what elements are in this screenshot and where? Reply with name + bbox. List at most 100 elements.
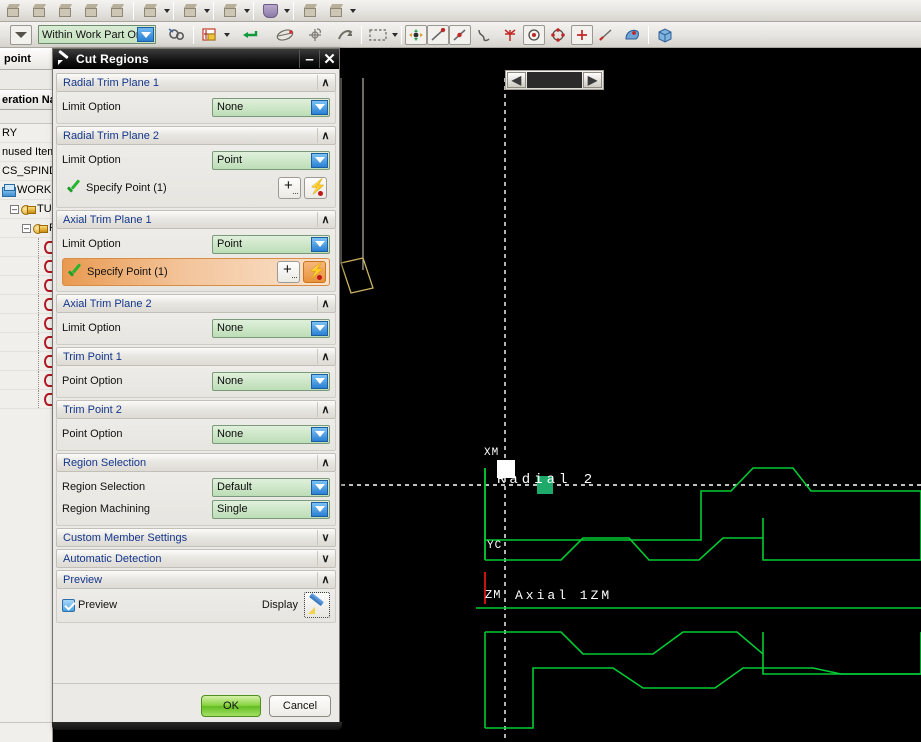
chevron-up-icon[interactable]: ∧ xyxy=(317,75,333,90)
expander-icon[interactable]: – xyxy=(10,204,19,214)
existing-point-icon[interactable] xyxy=(571,24,593,45)
tree-item-unused[interactable]: nused Items xyxy=(0,143,52,162)
cancel-button[interactable]: Cancel xyxy=(269,694,331,717)
group-header-automatic-detection[interactable]: Automatic Detection ∨ xyxy=(56,549,336,568)
selection-filter-icon[interactable] xyxy=(197,25,223,45)
limit-option-combo[interactable]: Point xyxy=(212,234,330,254)
chevron-down-icon[interactable] xyxy=(284,8,290,13)
group-header-region-selection[interactable]: Region Selection ∧ xyxy=(56,453,336,472)
chevron-down-icon[interactable]: ∨ xyxy=(317,530,333,545)
point-dialog-icon[interactable] xyxy=(303,261,326,283)
list-item[interactable] xyxy=(0,257,52,276)
list-item[interactable] xyxy=(0,238,52,257)
inferred-point-icon[interactable] xyxy=(405,24,427,45)
list-item[interactable] xyxy=(0,276,52,295)
shaded-cube-icon[interactable] xyxy=(652,25,678,45)
operation-navigator-panel[interactable]: point eration Na RY nused Items CS_SPIND… xyxy=(0,48,53,742)
end-point-icon[interactable] xyxy=(427,24,449,45)
specify-point-row[interactable]: Specify Point (1) xyxy=(62,174,330,202)
chevron-down-icon[interactable] xyxy=(311,426,328,442)
expander-icon[interactable]: – xyxy=(22,223,31,233)
chevron-down-icon[interactable] xyxy=(224,32,230,37)
rectangle-select-icon[interactable] xyxy=(365,25,391,45)
chevron-down-icon[interactable]: ∨ xyxy=(317,551,333,566)
scroll-right-icon[interactable]: ▶ xyxy=(583,72,602,88)
chevron-up-icon[interactable]: ∧ xyxy=(317,349,333,364)
cut-regions-dialog[interactable]: Cut Regions – ✕ Radial Trim Plane 1 ∧ Li… xyxy=(52,48,340,728)
tree-item-mcs-spindle[interactable]: CS_SPINDL xyxy=(0,162,52,181)
quadrant-point-icon[interactable] xyxy=(545,25,571,45)
chevron-down-icon[interactable] xyxy=(244,8,250,13)
chevron-up-icon[interactable]: ∧ xyxy=(317,128,333,143)
group-header-trim-point-2[interactable]: Trim Point 2 ∧ xyxy=(56,400,336,419)
cone-feature-icon[interactable] xyxy=(52,1,78,21)
chevron-down-icon[interactable] xyxy=(350,8,356,13)
undo-arrow-icon[interactable] xyxy=(238,25,264,45)
chevron-down-icon[interactable] xyxy=(311,320,328,336)
tree-item-workpiece[interactable]: WORKPIE xyxy=(0,181,52,200)
limit-option-combo[interactable]: None xyxy=(212,318,330,338)
delete-face-icon[interactable] xyxy=(104,1,130,21)
display-pen-icon[interactable] xyxy=(304,592,330,618)
point-constructor-icon[interactable] xyxy=(278,177,301,199)
geometry-solid-icon[interactable] xyxy=(0,1,26,21)
chevron-down-icon[interactable] xyxy=(311,373,328,389)
limit-option-combo[interactable]: Point xyxy=(212,150,330,170)
assembly-icon[interactable] xyxy=(26,1,52,21)
pattern-feature-icon[interactable] xyxy=(137,1,163,21)
chevron-down-icon[interactable] xyxy=(311,99,328,115)
point-on-curve-icon[interactable] xyxy=(593,25,619,45)
group-header-trim-point-1[interactable]: Trim Point 1 ∧ xyxy=(56,347,336,366)
point-on-face-icon[interactable] xyxy=(619,25,645,45)
arc-center-icon[interactable] xyxy=(523,24,545,45)
chevron-down-icon[interactable] xyxy=(204,8,210,13)
control-point-icon[interactable] xyxy=(471,25,497,45)
limit-option-combo[interactable]: None xyxy=(212,97,330,117)
offset-face-icon[interactable] xyxy=(217,1,243,21)
chevron-down-icon[interactable] xyxy=(311,236,328,252)
filter-dropdown-icon[interactable] xyxy=(10,24,32,45)
shell-body-icon[interactable] xyxy=(257,1,283,21)
point-constructor-icon[interactable] xyxy=(277,261,300,283)
close-icon[interactable]: ✕ xyxy=(319,50,339,68)
specify-point-row-active[interactable]: Specify Point (1) xyxy=(62,258,330,286)
region-machining-combo[interactable]: Single xyxy=(212,499,330,519)
group-header-custom-member-settings[interactable]: Custom Member Settings ∨ xyxy=(56,528,336,547)
region-selection-combo[interactable]: Default xyxy=(212,477,330,497)
group-header-radial-trim-plane-1[interactable]: Radial Trim Plane 1 ∧ xyxy=(56,73,336,92)
column-header-operation-name[interactable]: eration Na xyxy=(0,90,52,110)
fit-view-icon[interactable] xyxy=(332,25,358,45)
preview-checkbox[interactable] xyxy=(62,598,75,612)
scrollbar-track[interactable] xyxy=(527,72,582,88)
mirror-feature-icon[interactable] xyxy=(177,1,203,21)
chevron-up-icon[interactable]: ∧ xyxy=(317,212,333,227)
chevron-down-icon[interactable] xyxy=(164,8,170,13)
group-header-radial-trim-plane-2[interactable]: Radial Trim Plane 2 ∧ xyxy=(56,126,336,145)
list-item[interactable] xyxy=(0,390,52,409)
chevron-down-icon[interactable] xyxy=(311,479,328,495)
chevron-down-icon[interactable] xyxy=(137,27,154,42)
chevron-up-icon[interactable]: ∧ xyxy=(317,455,333,470)
point-option-combo[interactable]: None xyxy=(212,424,330,444)
midpoint-icon[interactable] xyxy=(449,24,471,45)
snap-search-icon[interactable] xyxy=(164,25,190,45)
chevron-up-icon[interactable]: ∧ xyxy=(317,402,333,417)
list-item[interactable] xyxy=(0,295,52,314)
chevron-down-icon[interactable] xyxy=(311,152,328,168)
group-header-preview[interactable]: Preview ∧ xyxy=(56,570,336,589)
scroll-left-icon[interactable]: ◀ xyxy=(507,72,526,88)
toolbar-row-1[interactable] xyxy=(0,0,921,22)
chevron-up-icon[interactable]: ∧ xyxy=(317,572,333,587)
pyramid-feature-icon[interactable] xyxy=(78,1,104,21)
rotate-view-icon[interactable] xyxy=(272,25,298,45)
list-item[interactable] xyxy=(0,314,52,333)
chevron-down-icon[interactable] xyxy=(392,32,398,37)
group-header-axial-trim-plane-1[interactable]: Axial Trim Plane 1 ∧ xyxy=(56,210,336,229)
panel-tab-title[interactable]: point xyxy=(0,48,52,70)
group-header-axial-trim-plane-2[interactable]: Axial Trim Plane 2 ∧ xyxy=(56,294,336,313)
tree-item-turn[interactable]: – TURN xyxy=(0,200,52,219)
point-option-combo[interactable]: None xyxy=(212,371,330,391)
list-item[interactable] xyxy=(0,352,52,371)
chevron-up-icon[interactable]: ∧ xyxy=(317,296,333,311)
chevron-down-icon[interactable] xyxy=(311,501,328,517)
